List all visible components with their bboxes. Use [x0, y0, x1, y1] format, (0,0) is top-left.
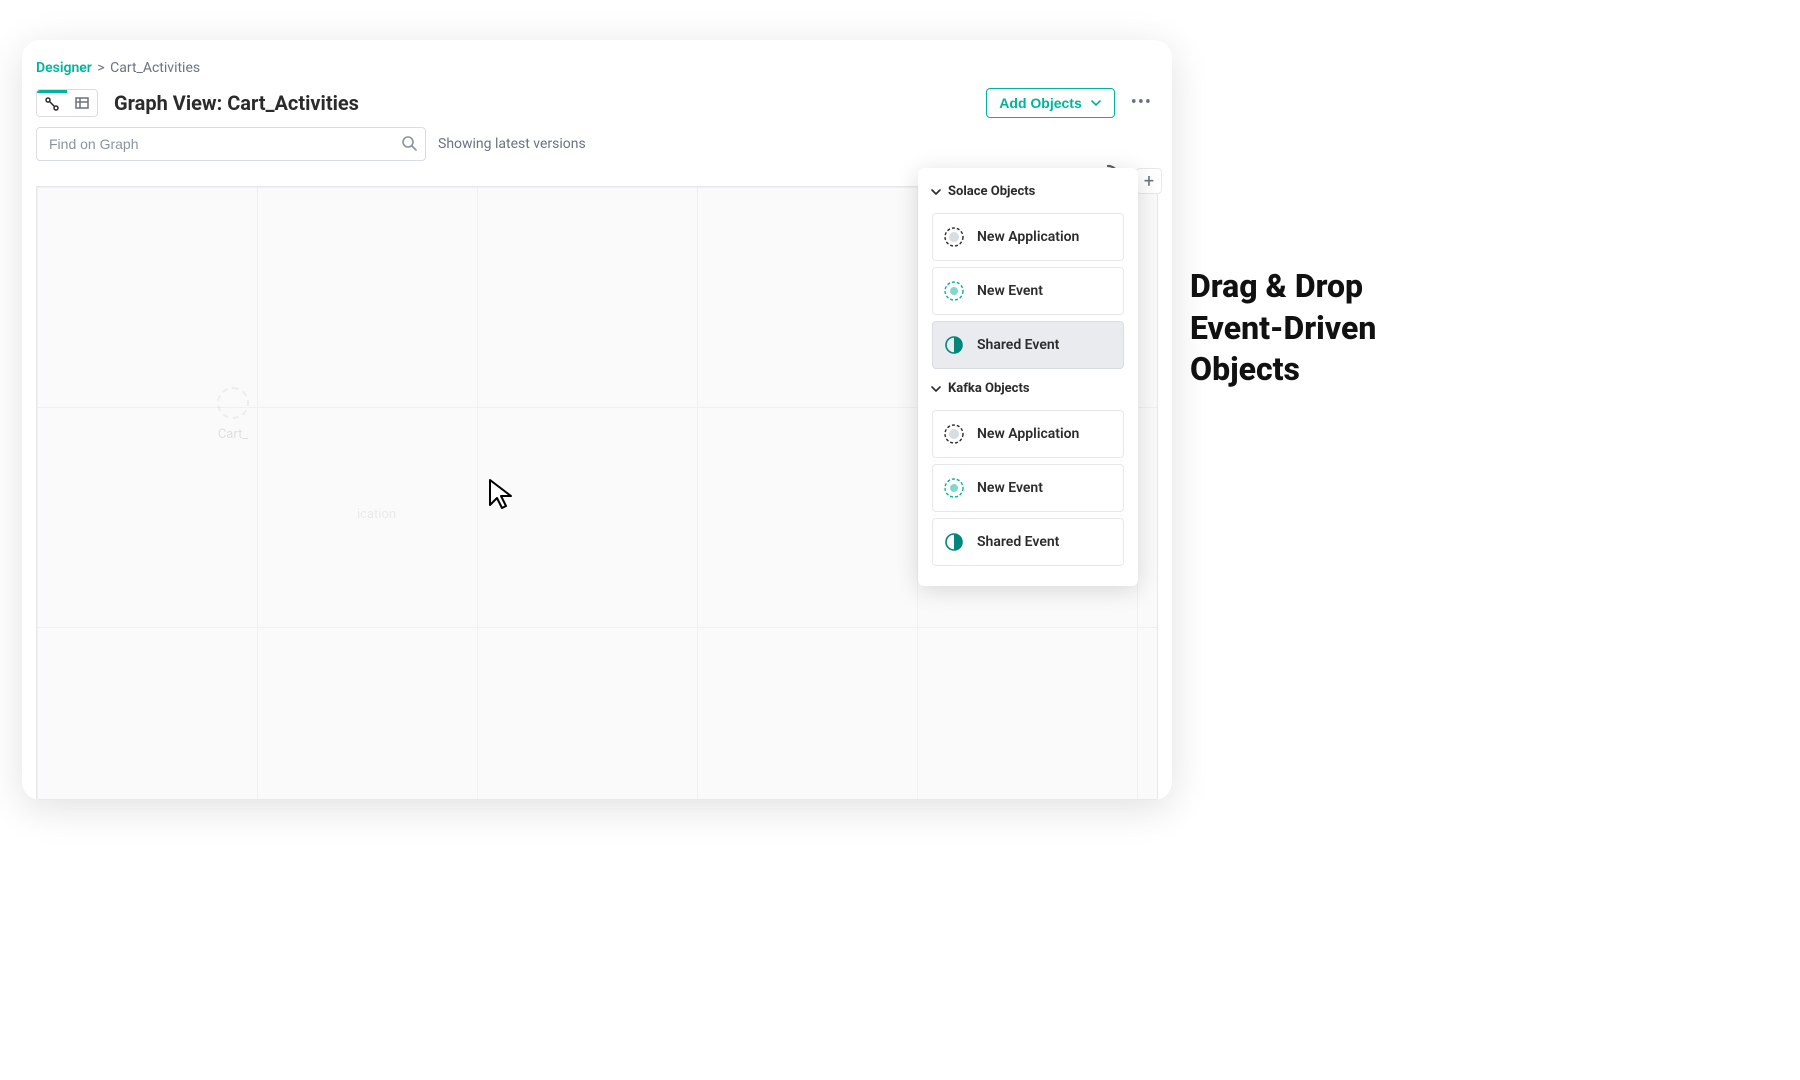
object-item-label: Shared Event: [977, 337, 1059, 353]
table-view-toggle[interactable]: [67, 90, 97, 116]
ghost-node-label: Cart_: [217, 427, 249, 442]
group-title: Solace Objects: [948, 184, 1035, 199]
page-title: Graph View: Cart_Activities: [114, 91, 359, 115]
object-item-shared-event[interactable]: Shared Event: [932, 321, 1124, 369]
plus-icon: +: [1144, 171, 1154, 192]
group-header-solace[interactable]: Solace Objects: [926, 178, 1130, 207]
breadcrumb-separator: >: [97, 60, 104, 76]
application-icon: [943, 423, 965, 445]
showing-latest-text: Showing latest versions: [438, 136, 586, 152]
chevron-down-icon: [1090, 97, 1102, 109]
view-toggle: [36, 89, 98, 117]
object-item-label: Shared Event: [977, 534, 1059, 550]
callout-line: Drag & Drop: [1190, 266, 1376, 308]
shared-event-icon: [943, 531, 965, 553]
breadcrumb: Designer > Cart_Activities: [22, 40, 1172, 82]
breadcrumb-current: Cart_Activities: [110, 60, 200, 76]
event-icon: [943, 280, 965, 302]
cursor-pointer-icon: [485, 477, 521, 517]
table-icon: [74, 95, 90, 111]
ellipsis-icon: •••: [1131, 92, 1152, 113]
graph-icon: [44, 96, 60, 112]
object-item-new-application[interactable]: New Application: [932, 410, 1124, 458]
event-icon: [943, 477, 965, 499]
object-item-label: New Event: [977, 283, 1043, 299]
group-header-kafka[interactable]: Kafka Objects: [926, 375, 1130, 404]
object-item-new-application[interactable]: New Application: [932, 213, 1124, 261]
chevron-down-icon: [930, 383, 942, 395]
callout-line: Objects: [1190, 349, 1376, 391]
ghost-text: ication: [357, 507, 396, 522]
object-item-label: New Application: [977, 426, 1079, 442]
add-objects-label: Add Objects: [999, 95, 1081, 111]
callout-line: Event-Driven: [1190, 308, 1376, 350]
search-icon: [400, 134, 418, 156]
group-title: Kafka Objects: [948, 381, 1030, 396]
object-item-new-event[interactable]: New Event: [932, 267, 1124, 315]
object-item-shared-event[interactable]: Shared Event: [932, 518, 1124, 566]
ghost-node: Cart_: [217, 387, 249, 442]
callout-text: Drag & Drop Event-Driven Objects: [1190, 266, 1376, 391]
header-row: Graph View: Cart_Activities Add Objects …: [22, 82, 1172, 127]
graph-view-toggle[interactable]: [37, 90, 67, 116]
object-item-label: New Application: [977, 229, 1079, 245]
search-input[interactable]: [36, 127, 426, 161]
ghost-node-icon: [217, 387, 249, 419]
add-objects-dropdown: Solace Objects New Application New Event…: [918, 168, 1138, 586]
chevron-down-icon: [930, 186, 942, 198]
add-objects-button[interactable]: Add Objects: [986, 88, 1114, 118]
object-item-new-event[interactable]: New Event: [932, 464, 1124, 512]
app-window: Designer > Cart_Activities Graph View: C…: [22, 40, 1172, 800]
more-menu-button[interactable]: •••: [1125, 86, 1158, 119]
application-icon: [943, 226, 965, 248]
object-item-label: New Event: [977, 480, 1043, 496]
breadcrumb-root[interactable]: Designer: [36, 60, 92, 76]
shared-event-icon: [943, 334, 965, 356]
filter-row: Showing latest versions: [22, 127, 1172, 171]
search-wrap: [36, 127, 426, 161]
